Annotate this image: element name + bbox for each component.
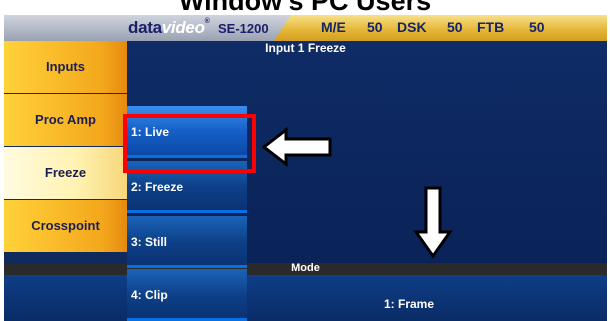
left-arrow-icon [262,127,332,167]
mode-label: Mode [291,262,320,274]
option-clip[interactable]: 4: Clip [127,269,247,321]
sidebar-item-freeze[interactable]: Freeze [4,147,127,199]
switcher-screen: datavideo® SE-1200 M/E 50 DSK 50 FTB 50 … [4,15,607,321]
status-ftb-value: 50 [529,19,545,35]
mode-row[interactable] [4,275,607,321]
sidebar-item-crosspoint[interactable]: Crosspoint [4,200,127,252]
status-ftb-label: FTB [477,19,505,35]
brand-suffix: video [161,18,205,37]
panel-title: Input 1 Freeze [265,41,346,55]
model-name: SE-1200 [218,21,269,36]
sidebar: Inputs Proc Amp Freeze Crosspoint [4,41,127,275]
brand-prefix: data [128,18,162,37]
top-status-bar: datavideo® SE-1200 M/E 50 DSK 50 FTB 50 [4,15,607,41]
status-me-label: M/E [321,19,346,35]
status-dsk-value: 50 [447,19,463,35]
status-me-value: 50 [367,19,383,35]
status-dsk-label: DSK [397,19,427,35]
selection-highlight-box [123,114,256,173]
option-still[interactable]: 3: Still [127,216,247,268]
sidebar-item-proc-amp[interactable]: Proc Amp [4,94,127,146]
down-arrow-icon [413,186,453,259]
brand-logo: datavideo® [128,18,210,37]
mode-value[interactable]: 1: Frame [384,297,434,311]
